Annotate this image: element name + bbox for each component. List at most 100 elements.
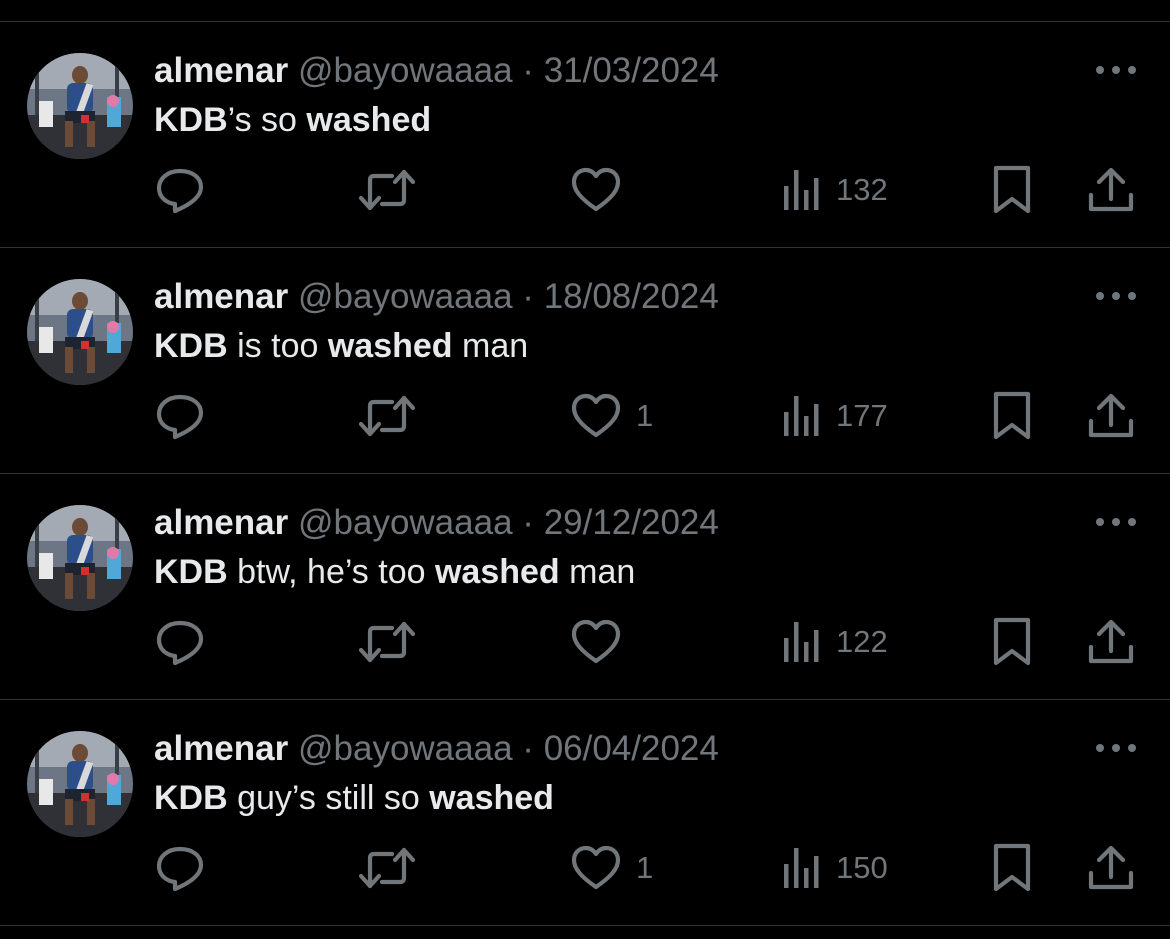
tweet-date[interactable]: 06/04/2024: [544, 729, 719, 768]
tweet-text-bold: washed: [429, 779, 554, 817]
tweet-text-bold: washed: [306, 101, 432, 139]
more-icon[interactable]: [1092, 55, 1140, 85]
reply-icon: [156, 168, 204, 214]
tweet-text-part: is too: [227, 327, 328, 365]
tweet[interactable]: almenar @bayowaaaa · 06/04/2024 KDB guy’…: [0, 700, 1170, 925]
views-button[interactable]: 150: [782, 840, 888, 896]
like-count: 1: [636, 398, 654, 433]
views-icon: [784, 848, 819, 888]
avatar[interactable]: [27, 279, 133, 385]
retweet-icon: [358, 847, 416, 889]
tweet-text-part: ’s so: [227, 101, 307, 139]
view-count: 150: [836, 850, 888, 885]
user-handle[interactable]: @bayowaaaa: [298, 729, 513, 768]
bookmark-button[interactable]: [990, 162, 1034, 218]
user-handle[interactable]: @bayowaaaa: [298, 503, 513, 542]
tweet-actions: 132: [0, 162, 1170, 218]
tweet-text-part: guy’s still so: [227, 779, 430, 817]
separator-dot: ·: [522, 51, 534, 90]
tweet-header: almenar @bayowaaaa · 29/12/2024: [154, 503, 719, 543]
views-button[interactable]: 177: [782, 388, 888, 444]
tweet-date[interactable]: 29/12/2024: [544, 503, 719, 542]
tweet-text-bold: washed: [434, 553, 560, 591]
retweet-button[interactable]: [358, 388, 416, 444]
tweet[interactable]: almenar @bayowaaaa · 18/08/2024 KDB is t…: [0, 248, 1170, 473]
separator-dot: ·: [522, 729, 534, 768]
share-button[interactable]: [1086, 162, 1136, 218]
tweet-text-part: man: [452, 327, 529, 365]
tweet-text: KDB is too washed man: [154, 326, 528, 366]
tweet-actions: 1 177: [0, 388, 1170, 444]
tweet-text: KDB’s so washed: [154, 100, 431, 140]
retweet-button[interactable]: [358, 614, 416, 670]
tweet-header: almenar @bayowaaaa · 06/04/2024: [154, 729, 719, 769]
tweet-header: almenar @bayowaaaa · 31/03/2024: [154, 51, 719, 91]
views-button[interactable]: 132: [782, 162, 888, 218]
views-icon: [784, 396, 819, 436]
more-icon[interactable]: [1092, 507, 1140, 537]
bookmark-button[interactable]: [990, 840, 1034, 896]
share-icon: [1088, 393, 1134, 438]
avatar[interactable]: [27, 53, 133, 159]
reply-button[interactable]: [154, 162, 206, 218]
bookmark-icon: [993, 391, 1031, 440]
more-icon[interactable]: [1092, 733, 1140, 763]
views-button[interactable]: 122: [782, 614, 888, 670]
user-handle[interactable]: @bayowaaaa: [298, 277, 513, 316]
reply-button[interactable]: [154, 840, 206, 896]
tweet-header: almenar @bayowaaaa · 18/08/2024: [154, 277, 719, 317]
display-name[interactable]: almenar: [154, 503, 288, 542]
views-icon: [784, 170, 819, 210]
tweet-text-part: man: [559, 553, 636, 591]
view-count: 177: [836, 398, 888, 433]
retweet-button[interactable]: [358, 162, 416, 218]
more-icon[interactable]: [1092, 281, 1140, 311]
like-button[interactable]: [570, 614, 636, 670]
bookmark-icon: [993, 843, 1031, 892]
like-button[interactable]: 1: [570, 388, 653, 444]
bookmark-icon: [993, 165, 1031, 214]
display-name[interactable]: almenar: [154, 277, 288, 316]
view-count: 122: [836, 624, 888, 659]
tweet-text-bold: washed: [327, 327, 453, 365]
share-icon: [1088, 619, 1134, 664]
tweet-date[interactable]: 18/08/2024: [544, 277, 719, 316]
reply-button[interactable]: [154, 614, 206, 670]
share-icon: [1088, 845, 1134, 890]
tweet-text-bold: KDB: [154, 101, 228, 139]
like-icon: [571, 619, 621, 664]
retweet-button[interactable]: [358, 840, 416, 896]
display-name[interactable]: almenar: [154, 729, 288, 768]
reply-button[interactable]: [154, 388, 206, 444]
reply-icon: [156, 394, 204, 440]
avatar[interactable]: [27, 731, 133, 837]
share-button[interactable]: [1086, 840, 1136, 896]
like-button[interactable]: 1: [570, 840, 653, 896]
reply-icon: [156, 620, 204, 666]
tweet-text: KDB guy’s still so washed: [154, 778, 554, 818]
tweet-date[interactable]: 31/03/2024: [544, 51, 719, 90]
like-icon: [571, 393, 621, 438]
share-button[interactable]: [1086, 388, 1136, 444]
tweet[interactable]: almenar @bayowaaaa · 31/03/2024 KDB’s so…: [0, 22, 1170, 247]
tweet-text-part: btw, he’s too: [227, 553, 435, 591]
tweet-text-bold: KDB: [154, 779, 228, 817]
bookmark-button[interactable]: [990, 388, 1034, 444]
retweet-icon: [358, 395, 416, 437]
tweet-text-bold: KDB: [154, 327, 228, 365]
retweet-icon: [358, 169, 416, 211]
tweet-actions: 122: [0, 614, 1170, 670]
share-button[interactable]: [1086, 614, 1136, 670]
bookmark-button[interactable]: [990, 614, 1034, 670]
avatar[interactable]: [27, 505, 133, 611]
divider: [0, 925, 1170, 926]
display-name[interactable]: almenar: [154, 51, 288, 90]
like-button[interactable]: [570, 162, 636, 218]
user-handle[interactable]: @bayowaaaa: [298, 51, 513, 90]
retweet-icon: [358, 621, 416, 663]
like-count: 1: [636, 850, 654, 885]
views-icon: [784, 622, 819, 662]
view-count: 132: [836, 172, 888, 207]
tweet[interactable]: almenar @bayowaaaa · 29/12/2024 KDB btw,…: [0, 474, 1170, 699]
reply-icon: [156, 846, 204, 892]
